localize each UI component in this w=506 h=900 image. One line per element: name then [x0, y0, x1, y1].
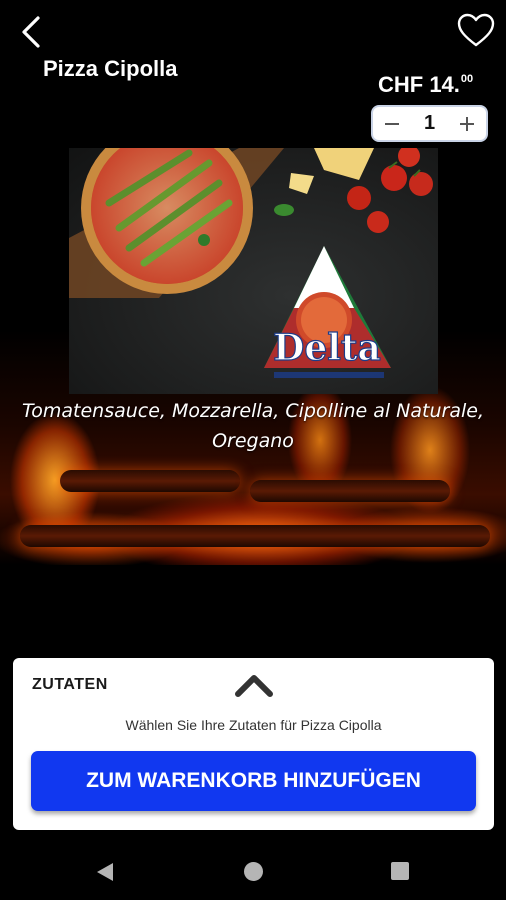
plus-icon	[460, 116, 474, 131]
system-recents-button[interactable]	[391, 862, 409, 880]
top-bar	[0, 0, 506, 60]
back-button[interactable]	[18, 14, 48, 50]
logo-text: Delta	[273, 327, 381, 369]
ingredients-title: ZUTATEN	[32, 676, 108, 693]
heart-outline-icon	[457, 13, 495, 47]
increase-quantity-button[interactable]	[458, 115, 476, 133]
expand-ingredients-button[interactable]	[234, 670, 274, 698]
quantity-value: 1	[423, 112, 436, 134]
pizza-illustration: Delta	[69, 148, 433, 378]
price-cents: 00	[460, 73, 474, 85]
product-price: CHF 14.00	[378, 72, 473, 98]
ingredients-panel: ZUTATEN Wählen Sie Ihre Zutaten für Pizz…	[13, 658, 494, 830]
ingredients-hint: Wählen Sie Ihre Zutaten für Pizza Cipoll…	[125, 717, 382, 733]
log-decoration	[250, 480, 450, 502]
price-main: CHF 14.	[378, 72, 460, 97]
product-image: Delta	[69, 148, 438, 394]
add-to-cart-button[interactable]: ZUM WARENKORB HINZUFÜGEN	[31, 751, 476, 811]
quantity-stepper: 1	[371, 105, 488, 142]
chevron-up-icon	[235, 675, 273, 697]
chevron-left-icon	[22, 16, 40, 48]
minus-icon	[385, 122, 399, 125]
system-home-button[interactable]	[244, 862, 263, 881]
decrease-quantity-button[interactable]	[383, 115, 401, 133]
favorite-button[interactable]	[456, 12, 496, 50]
log-decoration	[60, 470, 240, 492]
triangle-back-icon	[97, 863, 113, 881]
system-back-button[interactable]	[96, 862, 114, 886]
system-nav-bar	[0, 845, 506, 900]
log-decoration	[20, 525, 490, 547]
product-description: Tomatensauce, Mozzarella, Cipolline al N…	[21, 400, 484, 452]
product-title: Pizza Cipolla	[43, 56, 178, 81]
